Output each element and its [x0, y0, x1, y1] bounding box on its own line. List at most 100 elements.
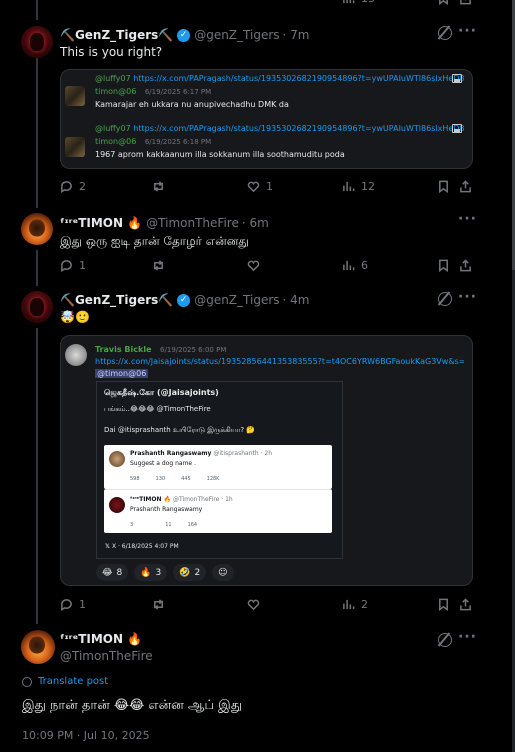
grok-icon[interactable] [438, 633, 452, 647]
bookmark-action[interactable] [437, 0, 456, 5]
share-action[interactable] [459, 180, 478, 193]
quote-url[interactable]: https://x.com/Jaisajoints/status/1935285… [95, 357, 464, 366]
avatar [109, 497, 125, 513]
reaction-emoji: 😂 [102, 567, 113, 578]
quote-date: 6/19/2025 6:18 PM [144, 138, 212, 146]
quote-author: timon@06 [95, 137, 137, 146]
quote-mention[interactable]: @timon@06 [95, 369, 149, 378]
reply-action[interactable]: 2 [60, 180, 86, 193]
quote-avatar [65, 137, 85, 157]
reply-count: 2 [79, 180, 86, 193]
quote-user: @luffy07 [95, 74, 131, 83]
translate-post-link[interactable]: Translate post [22, 676, 108, 687]
quote-user: @luffy07 [95, 124, 131, 133]
views-action[interactable]: 6 [342, 259, 368, 272]
bookmark-action[interactable] [437, 598, 456, 611]
x-logo-icon: 𝕏 [105, 543, 112, 550]
views-count: 13 [361, 0, 375, 5]
post-text: This is you right? [60, 45, 163, 59]
post-actions: 1 6 [60, 259, 480, 273]
avatar [109, 451, 125, 467]
reaction-count: 2 [194, 567, 201, 578]
shot-line2: Dai @itisprashanth உயிரோடு இருக்கியா? 🤔 [104, 426, 256, 434]
stat: 11 [165, 522, 172, 528]
post-time[interactable]: · 4m [283, 293, 310, 307]
reply-count: 1 [79, 259, 86, 272]
repost-action[interactable] [152, 180, 171, 193]
like-action[interactable]: 1 [247, 180, 273, 193]
repost-action[interactable] [152, 598, 171, 611]
avatar[interactable] [21, 26, 53, 58]
heart-icon [247, 599, 260, 611]
shot-card-handle: @TimonTheFire · 1h [173, 496, 233, 503]
bookmark-icon [439, 180, 448, 193]
add-reaction-button[interactable]: ☺ [212, 564, 234, 581]
post-actions: 2 1 12 [60, 180, 480, 194]
verified-icon: ✓ [177, 293, 191, 307]
views-count: 12 [361, 180, 375, 193]
post-time[interactable]: · 6m [242, 216, 269, 230]
thread-line [36, 0, 38, 20]
share-action[interactable] [459, 598, 478, 611]
main-post-text: இது நான் தான் 😂😂 என்ன ஆப் இது [22, 698, 243, 713]
reaction-count: 8 [116, 567, 123, 578]
shot-footer-text: X · 6/18/2025 4:07 PM [111, 543, 179, 550]
reply-action[interactable]: 1 [60, 259, 86, 272]
like-action[interactable] [247, 259, 266, 272]
reply-action[interactable]: 1 [60, 598, 86, 611]
quote-date: 6/19/2025 6:17 PM [144, 88, 212, 96]
reaction[interactable]: 😂 8 [96, 564, 129, 581]
quote-row-1-header: @luffy07 https://x.com/PAPragash/status/… [69, 74, 464, 83]
share-icon [460, 598, 471, 611]
post-timon-1[interactable]: ᶠᶦʳᵉTIMON 🔥 @TimonTheFire · 6m ··· இது ஒ… [0, 208, 510, 288]
like-action[interactable] [247, 598, 266, 611]
quote-url: https://x.com/PAPragash/status/193530268… [133, 124, 464, 133]
views-action[interactable]: 13 [342, 0, 375, 5]
quote-message: 1967 aprom kakkaanum illa sokkanum illa … [95, 150, 345, 159]
share-icon [460, 180, 471, 193]
share-action[interactable] [459, 259, 478, 272]
heart-icon [247, 260, 260, 272]
grok-icon[interactable] [438, 292, 452, 306]
author-handle[interactable]: @TimonTheFire [146, 216, 239, 230]
bookmark-action[interactable] [437, 259, 456, 272]
reply-icon [61, 599, 72, 611]
quoted-media[interactable]: @luffy07 https://x.com/PAPragash/status/… [60, 69, 473, 169]
post-time[interactable]: · 7m [283, 28, 310, 42]
grok-icon[interactable] [438, 26, 452, 40]
author-name[interactable]: ⛏️GenZ_Tigers⛏️ [60, 28, 173, 42]
views-action[interactable]: 2 [342, 598, 368, 611]
repost-action[interactable] [152, 259, 171, 272]
reaction-emoji: 🤣 [179, 567, 191, 578]
avatar[interactable] [21, 291, 53, 323]
post-timestamp[interactable]: 10:09 PM · Jul 10, 2025 [22, 729, 150, 742]
shot-card-handle: @itisprashanth · 2h [213, 450, 273, 457]
author-handle[interactable]: @genZ_Tigers [194, 293, 279, 307]
top-actions: 13 [60, 0, 480, 6]
avatar[interactable] [21, 630, 55, 664]
shot-footer: 𝕏 X · 6/18/2025 4:07 PM [105, 543, 179, 550]
like-count: 1 [266, 180, 273, 193]
stat: 445 [181, 476, 191, 482]
quote-date: 6/19/2025 6:00 PM [160, 346, 227, 354]
views-icon [343, 260, 355, 271]
reaction[interactable]: 🤣 2 [173, 564, 207, 581]
avatar[interactable] [21, 213, 53, 245]
author-handle[interactable]: @genZ_Tigers [194, 28, 279, 42]
post-text: 🤯🙂 [60, 310, 90, 324]
more-icon[interactable]: ··· [458, 211, 477, 227]
more-icon[interactable]: ··· [458, 629, 477, 645]
share-action[interactable] [459, 0, 478, 5]
author-name[interactable]: ⛏️GenZ_Tigers⛏️ [60, 293, 173, 307]
author-name[interactable]: ᶠᶦʳᵉTIMON 🔥 [60, 216, 142, 230]
bookmark-action[interactable] [437, 180, 456, 193]
reaction[interactable]: 🔥 3 [134, 564, 168, 581]
author-name[interactable]: ᶠᶦʳᵉTIMON 🔥 [60, 632, 142, 646]
views-action[interactable]: 12 [342, 180, 375, 193]
quote-avatar [65, 86, 85, 106]
more-icon[interactable]: ··· [458, 23, 477, 39]
shot-card-text: Prashanth Rangaswamy [130, 506, 203, 513]
more-icon[interactable]: ··· [458, 289, 477, 305]
author-handle[interactable]: @TimonTheFire [60, 649, 153, 663]
post-genz-1[interactable]: ⛏️GenZ_Tigers⛏️ ✓ @genZ_Tigers · 7m ··· … [0, 20, 510, 205]
